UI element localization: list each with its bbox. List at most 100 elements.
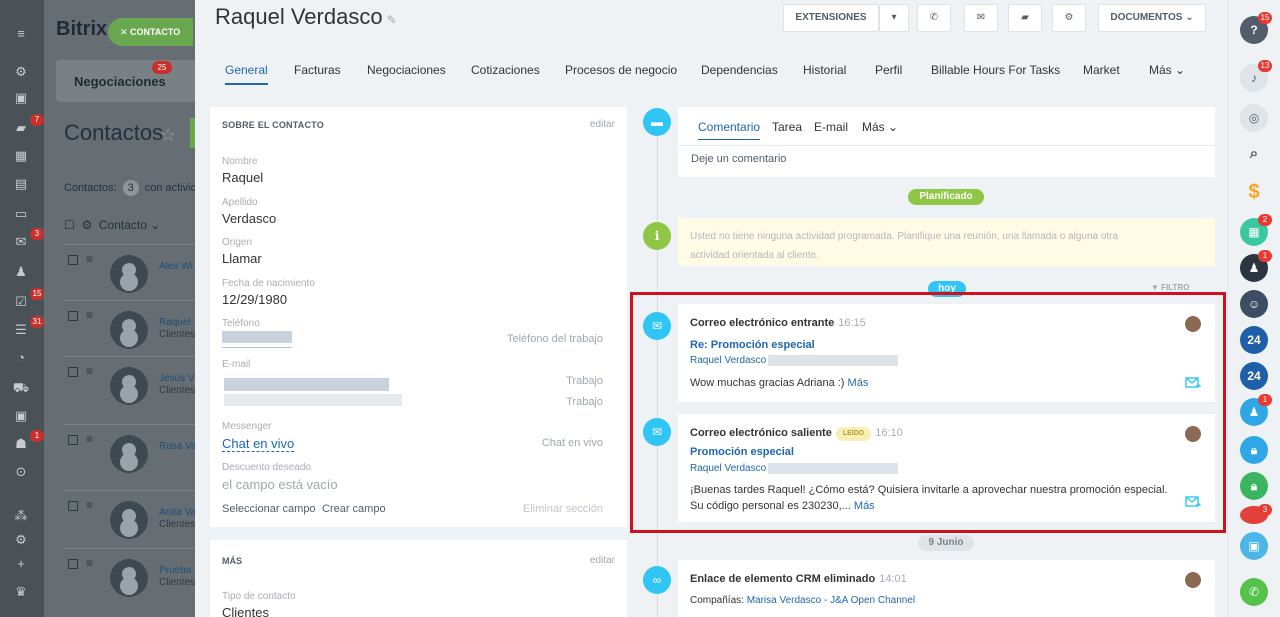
row-menu-icon[interactable]: ≡ bbox=[86, 308, 93, 322]
documents-button[interactable]: DOCUMENTOS ⌄ bbox=[1098, 4, 1206, 32]
extensions-dropdown[interactable]: ▾ bbox=[879, 4, 909, 32]
row-name[interactable]: Prueba bbox=[159, 565, 191, 576]
surname-value[interactable]: Verdasco bbox=[222, 211, 276, 226]
dollar-icon[interactable]: $ bbox=[1240, 178, 1268, 206]
drive-nav-icon[interactable]: ▭ bbox=[12, 206, 30, 222]
menu-icon[interactable]: ≡ bbox=[12, 26, 30, 42]
chat-nav-icon[interactable]: ▰ bbox=[12, 120, 30, 136]
messenger-link[interactable]: Chat en vivo bbox=[222, 436, 295, 452]
gear-nav-icon[interactable]: ⚙ bbox=[12, 532, 30, 548]
settings-button[interactable]: ⚙ bbox=[1052, 4, 1086, 32]
tab-task[interactable]: Tarea bbox=[772, 120, 802, 134]
tab-more[interactable]: Más ⌄ bbox=[1149, 63, 1185, 77]
robots-nav-icon[interactable]: ☗ bbox=[12, 436, 30, 452]
table-row[interactable]: ≡ Prueba Clientes bbox=[64, 548, 195, 604]
tab-history[interactable]: Historial bbox=[803, 63, 846, 77]
docs-nav-icon[interactable]: ▤ bbox=[12, 176, 30, 192]
phone-value-blurred[interactable] bbox=[222, 331, 292, 343]
discount-value[interactable]: el campo está vacío bbox=[222, 477, 338, 492]
row-checkbox[interactable] bbox=[68, 501, 78, 511]
add-nav-icon[interactable]: + bbox=[12, 556, 30, 572]
row-menu-icon[interactable]: ≡ bbox=[86, 498, 93, 512]
pencil-icon[interactable]: ✎ bbox=[387, 13, 397, 27]
company-link[interactable]: Marisa Verdasco - J&A Open Channel bbox=[747, 595, 915, 606]
select-field-link[interactable]: Seleccionar campo bbox=[222, 503, 316, 515]
phone-call-icon[interactable]: ✆ bbox=[1240, 578, 1268, 606]
timeline-filter[interactable]: ▼ FILTRO bbox=[1151, 283, 1189, 292]
crm-nav-icon[interactable]: ☰ bbox=[12, 322, 30, 338]
feed-nav-icon[interactable]: ▣ bbox=[12, 90, 30, 106]
row-name[interactable]: Jesús V bbox=[159, 373, 195, 384]
analytics-nav-icon[interactable]: ◔ bbox=[12, 350, 30, 366]
contact-chip[interactable]: ✕ CONTACTO bbox=[108, 18, 193, 46]
search-icon[interactable]: ⌕ bbox=[1240, 140, 1268, 168]
row-menu-icon[interactable]: ≡ bbox=[86, 252, 93, 266]
table-row[interactable]: ≡ Jesús V Clientes bbox=[64, 356, 195, 412]
messenger-icon[interactable]: ◎ bbox=[1240, 104, 1268, 132]
tasks-nav-icon[interactable]: ☑ bbox=[12, 294, 30, 310]
comment-input[interactable]: Deje un comentario bbox=[691, 153, 786, 165]
filter-count[interactable]: 3 bbox=[122, 180, 139, 196]
table-row[interactable]: ≡ Alex Wi bbox=[64, 244, 195, 300]
deals-tab[interactable]: Negociaciones 25 bbox=[56, 60, 195, 102]
row-name[interactable]: Alex Wi bbox=[159, 261, 193, 272]
tab-email[interactable]: E-mail bbox=[814, 120, 848, 134]
row-menu-icon[interactable]: ≡ bbox=[86, 432, 93, 446]
row-menu-icon[interactable]: ≡ bbox=[86, 556, 93, 570]
chevron-down-icon[interactable]: ⌄ bbox=[150, 218, 160, 232]
more-nav-icon[interactable]: ⊙ bbox=[12, 464, 30, 480]
create-field-link[interactable]: Crear campo bbox=[322, 503, 386, 515]
contact-center-nav-icon[interactable]: ▣ bbox=[12, 408, 30, 424]
tab-general[interactable]: General bbox=[225, 63, 268, 85]
calendar-nav-icon[interactable]: ▦ bbox=[12, 148, 30, 164]
row-checkbox[interactable] bbox=[68, 311, 78, 321]
star-icon[interactable]: ☆ bbox=[160, 125, 176, 146]
call-button[interactable]: ✆ bbox=[917, 4, 951, 32]
row-checkbox[interactable] bbox=[68, 559, 78, 569]
tab-quotes[interactable]: Cotizaciones bbox=[471, 63, 540, 77]
edit-link[interactable]: editar bbox=[590, 119, 615, 130]
contact-type-value[interactable]: Clientes bbox=[222, 605, 269, 617]
email-value-blurred[interactable] bbox=[224, 378, 389, 391]
row-name[interactable]: Rosa Va bbox=[159, 441, 195, 452]
column-contact[interactable]: Contacto bbox=[99, 218, 147, 232]
lock-icon[interactable]: 🔒︎ bbox=[1240, 472, 1268, 500]
row-checkbox[interactable] bbox=[68, 367, 78, 377]
row-checkbox[interactable] bbox=[68, 255, 78, 265]
row-name[interactable]: Anita Va bbox=[159, 507, 195, 518]
bitrix24-icon[interactable]: 24 bbox=[1240, 362, 1268, 390]
tab-invoices[interactable]: Facturas bbox=[294, 63, 341, 77]
tab-more[interactable]: Más ⌄ bbox=[862, 120, 898, 134]
tab-dependencies[interactable]: Dependencias bbox=[701, 63, 778, 77]
name-value[interactable]: Raquel bbox=[222, 170, 263, 185]
user-avatar[interactable]: ☺ bbox=[1240, 290, 1268, 318]
email-value-blurred-2[interactable] bbox=[224, 394, 402, 406]
row-menu-icon[interactable]: ≡ bbox=[86, 364, 93, 378]
row-checkbox[interactable] bbox=[68, 435, 78, 445]
table-row[interactable]: ≡ Anita Va Clientes bbox=[64, 490, 195, 546]
open-lines-icon[interactable]: ▣ bbox=[1240, 532, 1268, 560]
tab-comment[interactable]: Comentario bbox=[698, 120, 761, 140]
delete-section-link[interactable]: Eliminar sección bbox=[523, 503, 603, 515]
email-button[interactable]: ✉ bbox=[964, 4, 998, 32]
birthdate-value[interactable]: 12/29/1980 bbox=[222, 292, 287, 307]
mail-nav-icon[interactable]: ✉ bbox=[12, 234, 30, 250]
settings-nav-icon[interactable]: ⚙ bbox=[12, 64, 30, 80]
tab-billable-hours[interactable]: Billable Hours For Tasks bbox=[931, 63, 1060, 77]
table-row[interactable]: ≡ Rosa Va bbox=[64, 424, 195, 480]
source-value[interactable]: Llamar bbox=[222, 251, 262, 266]
edit-link[interactable]: editar bbox=[590, 555, 615, 566]
table-row[interactable]: ≡ Raquel Clientes bbox=[64, 300, 195, 356]
tab-business-processes[interactable]: Procesos de negocio bbox=[565, 63, 677, 77]
extensions-button[interactable]: EXTENSIONES bbox=[783, 4, 879, 32]
tab-profile[interactable]: Perfil bbox=[875, 63, 902, 77]
sites-nav-icon[interactable]: ⁂ bbox=[12, 508, 30, 524]
crm-link-deleted-item[interactable]: Enlace de elemento CRM eliminado 14:01 Co… bbox=[678, 560, 1215, 617]
shop-nav-icon[interactable]: ⛟ bbox=[12, 380, 30, 396]
lock-icon[interactable]: 🔒︎ bbox=[1240, 436, 1268, 464]
groups-nav-icon[interactable]: ♟ bbox=[12, 264, 30, 280]
bitrix24-icon[interactable]: 24 bbox=[1240, 326, 1268, 354]
chat-button[interactable]: ▰ bbox=[1008, 4, 1042, 32]
crown-nav-icon[interactable]: ♛ bbox=[12, 584, 30, 600]
header-checkbox[interactable]: ☐ bbox=[64, 218, 75, 232]
